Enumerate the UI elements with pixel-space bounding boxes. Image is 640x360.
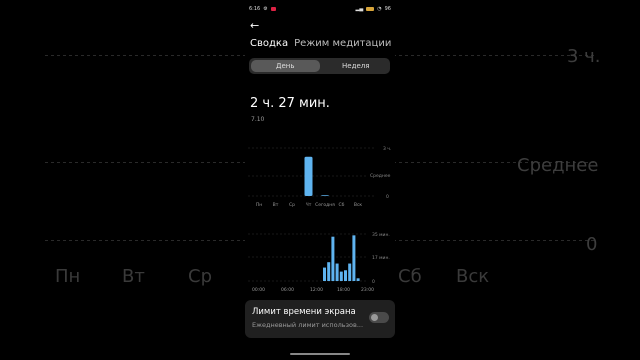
hour-ytop-label: 35 мин. [372,232,390,238]
bg-ytop: 3 ч. [567,46,601,67]
hour-ymid-label: 17 мин. [372,255,390,261]
clock: 6:16 [249,6,261,12]
hour-time-label: 06:00 [281,287,294,293]
bg-ybottom: 0 [586,234,598,255]
week-day-label: Ср [289,202,295,208]
hour-bar[interactable] [335,263,339,281]
hour-bar[interactable] [344,270,347,281]
hour-ybottom-label: 0 [372,279,375,285]
limit-card-title: Лимит времени экрана [252,307,356,317]
signal-icon: ▂▄ [355,6,364,12]
phone-screen: 6:16 ⚙ ▂▄ ◔ 96 ← Сводка Режим медитации … [245,0,395,360]
bg-avg: Среднее [517,155,599,176]
limit-card-subtitle: Ежедневный лимит использов... [252,321,364,329]
week-ytop-label: 3 ч. [383,146,391,152]
bg-day: Вск [456,266,490,287]
week-day-label: Сегодня [315,202,335,208]
hour-bar[interactable] [327,262,331,281]
weekly-usage-chart: 3 ч. Среднее 0 Пн Вт Ср Чт Сегодня Сб Вск [248,146,391,208]
period-switch: День Неделя [249,58,390,74]
week-day-label: Чт [306,202,312,208]
hour-bar[interactable] [356,278,360,281]
hour-bar[interactable] [348,263,352,281]
week-day-label: Сб [339,202,345,208]
record-icon [270,7,276,11]
week-bar[interactable] [304,156,313,196]
back-arrow-icon[interactable]: ← [250,19,259,32]
tab-summary[interactable]: Сводка [250,38,288,49]
toggle-knob [371,314,378,321]
bg-day: Пн [55,266,81,287]
bg-day: Вт [122,266,145,287]
bg-day: Сб [398,266,422,287]
settings-icon: ⚙ [263,6,268,12]
hour-bar[interactable] [331,236,335,281]
hourly-usage-chart: 35 мин. 17 мин. 0 00:00 06:00 12:00 18:00 23… [248,232,390,293]
week-day-label: Вт [273,202,279,208]
hour-time-label: 12:00 [310,287,323,293]
hour-time-label: 23:00 [361,287,374,293]
period-week-button[interactable]: Неделя [322,58,391,74]
hour-bar[interactable] [323,267,326,281]
week-bar[interactable] [321,195,329,196]
bg-day: Ср [188,266,212,287]
week-day-label: Пн [256,202,262,208]
home-indicator[interactable] [290,353,350,355]
hour-bar[interactable] [352,235,356,281]
week-avg-label: Среднее [370,173,391,179]
screen-time-limit-card[interactable]: Лимит времени экрана Ежедневный лимит ис… [245,300,395,338]
week-day-label: Вск [354,202,363,208]
tab-bar: Сводка Режим медитации [250,38,395,49]
hour-time-label: 00:00 [252,287,265,293]
battery-saver-icon [366,7,375,11]
week-ybottom-label: 0 [386,194,389,200]
hour-time-label: 18:00 [337,287,350,293]
status-bar: 6:16 ⚙ ▂▄ ◔ 96 [249,4,391,14]
summary-date: 7.10 [251,116,265,123]
period-day-button[interactable]: День [251,60,320,72]
battery-level: 96 [384,6,391,12]
hour-bar[interactable] [339,271,343,281]
total-screen-time: 2 ч. 27 мин. [250,96,330,111]
wifi-icon: ◔ [377,6,382,12]
tab-focus-mode[interactable]: Режим медитации [294,38,391,49]
limit-toggle[interactable] [369,312,389,323]
